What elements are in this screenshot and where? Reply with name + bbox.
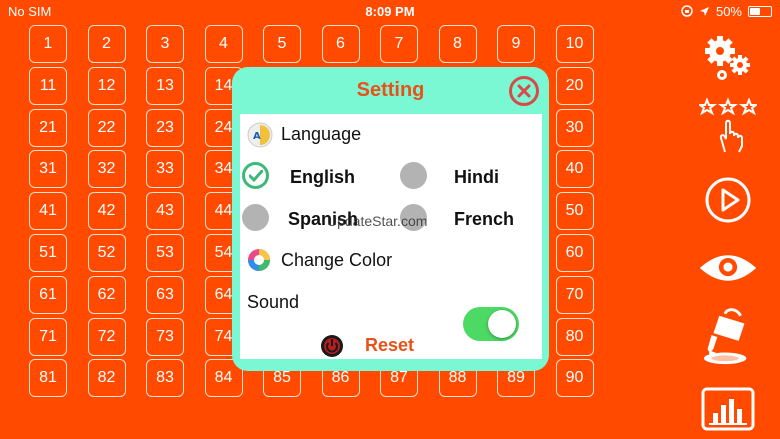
number-cell[interactable]: 7 bbox=[380, 25, 418, 63]
number-cell[interactable]: 21 bbox=[29, 108, 67, 147]
battery-icon bbox=[748, 5, 772, 17]
status-bar: No SIM 8:09 PM 50% bbox=[0, 0, 780, 22]
color-wheel-icon bbox=[248, 249, 270, 271]
option-label: English bbox=[290, 167, 356, 187]
number-cell[interactable]: 62 bbox=[87, 275, 126, 314]
number-cell[interactable]: 23 bbox=[146, 108, 184, 147]
number-cell[interactable]: 33 bbox=[146, 150, 184, 189]
settings-button[interactable] bbox=[698, 28, 758, 86]
number-cell[interactable]: 32 bbox=[87, 150, 126, 189]
number-cell[interactable]: 50 bbox=[555, 192, 594, 231]
number-cell[interactable]: 22 bbox=[87, 108, 126, 147]
number-cell[interactable]: 52 bbox=[87, 233, 126, 272]
paint-button[interactable] bbox=[698, 308, 758, 367]
number-cell[interactable]: 5 bbox=[263, 25, 301, 63]
number-cell[interactable]: 40 bbox=[555, 150, 594, 189]
number-cell[interactable]: 12 bbox=[87, 66, 126, 105]
number-cell[interactable]: 60 bbox=[555, 233, 594, 272]
rate-stars-icon bbox=[699, 97, 757, 153]
sound-label: Sound bbox=[247, 292, 300, 312]
number-cell[interactable]: 82 bbox=[87, 359, 126, 398]
number-cell[interactable]: 72 bbox=[87, 317, 126, 356]
status-indicators: 50% bbox=[681, 4, 772, 19]
toggle-knob bbox=[488, 310, 516, 338]
rate-button[interactable] bbox=[698, 96, 758, 154]
side-menu bbox=[690, 28, 770, 431]
close-icon bbox=[517, 84, 531, 98]
number-cell[interactable]: 2 bbox=[87, 25, 126, 63]
number-cell[interactable]: 3 bbox=[146, 25, 184, 63]
change-color-label: Change Color bbox=[281, 250, 393, 270]
number-cell[interactable]: 70 bbox=[555, 275, 594, 314]
number-cell[interactable]: 4 bbox=[204, 25, 243, 63]
number-cell[interactable]: 6 bbox=[321, 25, 360, 63]
radio-hindi[interactable] bbox=[400, 162, 427, 189]
number-cell[interactable]: 11 bbox=[29, 66, 67, 105]
number-cell[interactable]: 51 bbox=[29, 233, 67, 272]
number-cell[interactable]: 83 bbox=[146, 359, 184, 398]
reset-button[interactable]: Reset bbox=[365, 335, 414, 356]
close-button[interactable] bbox=[509, 76, 539, 106]
number-cell[interactable]: 13 bbox=[146, 66, 184, 105]
sound-toggle[interactable] bbox=[463, 307, 519, 341]
gears-icon bbox=[705, 36, 750, 80]
number-cell[interactable]: 41 bbox=[29, 192, 67, 231]
number-cell[interactable]: 8 bbox=[438, 25, 477, 63]
view-button[interactable] bbox=[698, 239, 758, 297]
number-cell[interactable]: 61 bbox=[29, 275, 67, 314]
language-label: Language bbox=[281, 124, 362, 144]
carrier-label: No SIM bbox=[8, 3, 52, 19]
stats-icon bbox=[701, 387, 755, 431]
dialog-title: Setting bbox=[356, 79, 425, 101]
number-cell[interactable]: 42 bbox=[87, 192, 126, 231]
number-cell[interactable]: 71 bbox=[29, 317, 67, 356]
orientation-lock-icon bbox=[681, 5, 693, 17]
number-cell[interactable]: 73 bbox=[146, 317, 184, 356]
eye-icon bbox=[699, 255, 757, 281]
status-time: 8:09 PM bbox=[365, 3, 415, 19]
number-cell[interactable]: 10 bbox=[555, 25, 594, 63]
battery-level bbox=[750, 7, 760, 15]
paint-bucket-icon bbox=[703, 308, 747, 365]
number-cell[interactable]: 1 bbox=[29, 25, 67, 63]
watermark: UpdateStar.com bbox=[327, 213, 428, 229]
number-cell[interactable]: 20 bbox=[555, 66, 594, 105]
number-cell[interactable]: 53 bbox=[146, 233, 184, 272]
svg-text:A: A bbox=[253, 131, 261, 142]
number-cell[interactable]: 9 bbox=[497, 25, 535, 63]
number-cell[interactable]: 43 bbox=[146, 192, 184, 231]
radio-english[interactable] bbox=[242, 162, 269, 189]
location-icon bbox=[699, 6, 709, 16]
number-cell[interactable]: 31 bbox=[29, 150, 67, 189]
number-cell[interactable]: 90 bbox=[555, 359, 594, 398]
number-cell[interactable]: 81 bbox=[29, 359, 67, 398]
number-cell[interactable]: 30 bbox=[555, 108, 594, 147]
reset-icon bbox=[321, 335, 343, 357]
statistics-button[interactable] bbox=[698, 380, 758, 438]
number-cell[interactable]: 63 bbox=[146, 275, 184, 314]
option-label: Hindi bbox=[454, 167, 499, 187]
radio-spanish[interactable] bbox=[242, 204, 269, 231]
number-cell[interactable]: 80 bbox=[555, 317, 594, 356]
language-icon: A bbox=[247, 122, 273, 148]
play-button[interactable] bbox=[698, 171, 758, 229]
checkmark-icon bbox=[248, 169, 263, 182]
option-label: French bbox=[454, 209, 515, 229]
battery-percent: 50% bbox=[715, 3, 742, 19]
play-icon bbox=[705, 177, 751, 223]
